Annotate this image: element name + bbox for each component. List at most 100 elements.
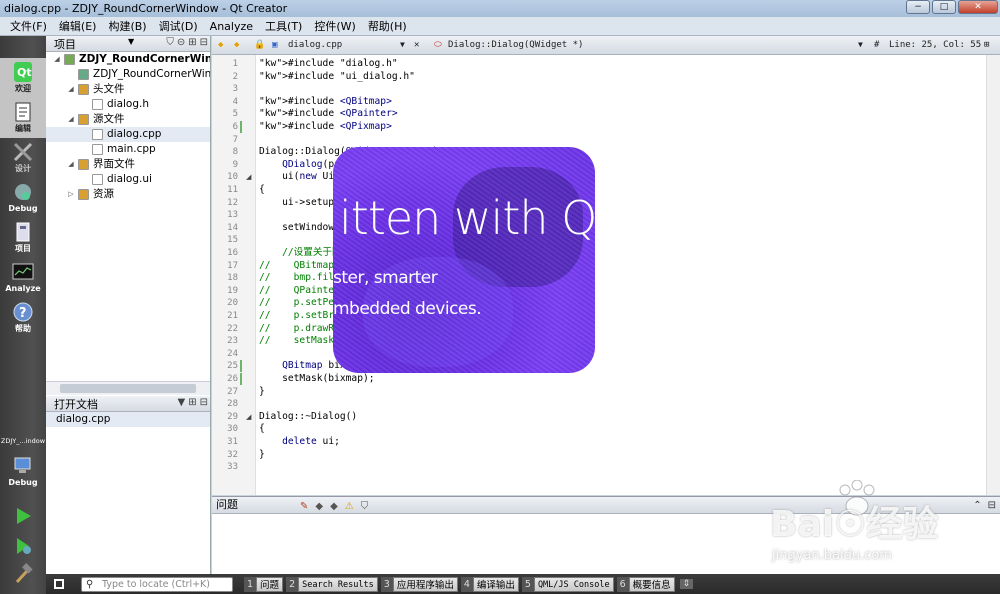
filter-icon[interactable]: ⛉ — [361, 499, 369, 515]
current-file-selector[interactable]: dialog.cpp — [288, 40, 342, 50]
line-number: 9 — [232, 159, 238, 170]
code-editor[interactable]: 1 2 3 4 5 6 7 8 9 10 ◢ 11 12 13 14 15 16 17 18 19 20 21 22 23 24… — [212, 55, 1000, 495]
tree-item[interactable]: ▷ 资源 — [46, 187, 210, 202]
menu-item-2[interactable]: 构建(B) — [102, 18, 152, 34]
clear-icon[interactable]: ✎ — [300, 499, 308, 515]
rounded-corner-dialog[interactable]: itten with Q ster, smarter mbedded devic… — [333, 147, 595, 373]
project-panel-title: 项目 — [54, 37, 76, 51]
line-number-gutter: 1 2 3 4 5 6 7 8 9 10 ◢ 11 12 13 14 15 16 17 18 19 20 21 22 23 24… — [212, 55, 256, 495]
split-editor-icon[interactable]: ⊞ — [984, 40, 989, 50]
minimize-button[interactable]: − — [906, 0, 930, 14]
menu-item-7[interactable]: 帮助(H) — [362, 18, 413, 34]
maximize-button[interactable]: □ — [932, 0, 956, 14]
run-button[interactable] — [0, 502, 46, 526]
tree-item-label: dialog.h — [107, 98, 150, 110]
fold-marker-icon[interactable]: ◢ — [246, 413, 251, 421]
expand-arrow-icon[interactable]: ◢ — [66, 82, 76, 97]
symbol-selector[interactable]: Dialog::Dialog(QWidget *) — [448, 40, 583, 50]
project-tree: ◢ ZDJY_RoundCornerWindo ZDJY_RoundCornerWi… — [46, 52, 210, 202]
output-tab-6[interactable]: 6 概要信息 — [616, 576, 675, 592]
project-view-dropdown-icon[interactable]: ▼ — [128, 37, 134, 46]
close-panel-icon[interactable]: ⊟ — [200, 397, 208, 408]
mode-design[interactable]: 设计 — [0, 138, 46, 178]
folder-icon — [78, 159, 89, 170]
menu-item-6[interactable]: 控件(W) — [308, 18, 361, 34]
split-icon[interactable]: ⊞ — [188, 397, 196, 408]
filter-icon[interactable]: ⛉ — [166, 37, 174, 48]
splash-line2: ster, smarter — [333, 268, 438, 288]
menu-item-0[interactable]: 文件(F) — [4, 18, 53, 34]
file-icon — [92, 144, 103, 155]
expand-arrow-icon[interactable]: ◢ — [66, 157, 76, 172]
fold-marker-icon[interactable]: ◢ — [246, 173, 251, 181]
mode-analyze[interactable]: Analyze — [0, 258, 46, 298]
mode-edit[interactable]: 编辑 — [0, 98, 46, 138]
link-icon[interactable]: ⊝ — [177, 37, 185, 48]
target-selector[interactable]: Debug — [0, 452, 46, 492]
editor-vscrollbar[interactable] — [986, 55, 1000, 495]
close-pane-icon[interactable]: ⊟ — [988, 498, 996, 514]
tree-item-label: main.cpp — [107, 143, 156, 155]
output-tab-5[interactable]: 5 QML/JS Console — [521, 576, 614, 592]
toggle-sidebar-icon[interactable] — [54, 579, 64, 589]
output-tab-2[interactable]: 2 Search Results — [286, 576, 378, 592]
output-tab-3[interactable]: 3 应用程序输出 — [380, 576, 458, 592]
tree-item[interactable]: ◢ 源文件 — [46, 112, 210, 127]
prev-icon[interactable]: ◆ — [315, 499, 323, 515]
tree-item-label: ZDJY_RoundCornerWindo — [79, 53, 210, 65]
menu-item-3[interactable]: 调试(D) — [153, 18, 204, 34]
target-name: ZDJY_...indow — [0, 437, 46, 445]
splash-line3: mbedded devices. — [333, 299, 482, 319]
tree-item[interactable]: ◢ 界面文件 — [46, 157, 210, 172]
expand-arrow-icon[interactable]: ▷ — [66, 187, 76, 202]
tree-item[interactable]: dialog.cpp — [46, 127, 210, 142]
cpp-file-icon: ▣ — [272, 40, 278, 50]
debug-run-button[interactable] — [0, 532, 46, 556]
tree-item[interactable]: ◢ 头文件 — [46, 82, 210, 97]
expand-arrow-icon[interactable]: ◢ — [52, 52, 62, 67]
project-panel-header: 项目 ▼ ⛉ ⊝ ⊞ ⊟ — [46, 36, 210, 52]
issues-header: 问题 ✎ ◆ ◆ ⚠ ⛉ ⌃ ⊟ — [212, 497, 1000, 514]
line-number: 21 — [227, 311, 238, 321]
project-hscrollbar[interactable] — [46, 381, 210, 395]
folder-icon — [78, 114, 89, 125]
symbol-dropdown-icon[interactable]: ▼ — [858, 40, 863, 49]
menu-item-4[interactable]: Analyze — [204, 20, 259, 33]
dropdown-icon[interactable]: ▼ — [178, 397, 186, 408]
tree-item[interactable]: ◢ ZDJY_RoundCornerWindo — [46, 52, 210, 67]
mode-help[interactable]: ? 帮助 — [0, 298, 46, 338]
menu-item-5[interactable]: 工具(T) — [259, 18, 308, 34]
tree-item-label: 头文件 — [93, 83, 125, 95]
code-line: { — [259, 184, 265, 195]
expand-arrow-icon[interactable]: ◢ — [66, 112, 76, 127]
forward-arrow-icon[interactable]: ◆ — [234, 40, 239, 50]
tree-item-label: dialog.cpp — [107, 128, 162, 140]
svg-text:Qt: Qt — [17, 66, 32, 79]
close-file-icon[interactable]: ✕ — [414, 40, 419, 50]
file-dropdown-icon[interactable]: ▼ — [400, 40, 405, 49]
menu-item-1[interactable]: 编辑(E) — [53, 18, 103, 34]
output-tab-4[interactable]: 4 编译输出 — [460, 576, 519, 592]
tree-item[interactable]: dialog.ui — [46, 172, 210, 187]
back-arrow-icon[interactable]: ◆ — [218, 40, 223, 50]
output-tab-1[interactable]: 1 问题 — [244, 576, 284, 592]
menu-bar: 文件(F) 编辑(E) 构建(B) 调试(D) Analyze 工具(T) 控件(W) 帮助(… — [0, 17, 1000, 36]
build-button[interactable] — [0, 560, 46, 584]
close-button[interactable]: ✕ — [958, 0, 998, 14]
split-icon[interactable]: ⊞ — [188, 37, 196, 48]
tab-label: Search Results — [298, 576, 378, 592]
open-document-item[interactable]: dialog.cpp — [46, 412, 210, 427]
maximize-pane-icon[interactable]: ⌃ — [973, 498, 981, 514]
close-panel-icon[interactable]: ⊟ — [200, 37, 208, 48]
tree-item[interactable]: main.cpp — [46, 142, 210, 157]
locator-input[interactable]: ⚲ Type to locate (Ctrl+K) — [81, 576, 233, 592]
debug-bug-icon — [15, 184, 31, 200]
mode-projects[interactable]: 项目 — [0, 218, 46, 258]
next-icon[interactable]: ◆ — [330, 499, 338, 515]
tree-item[interactable]: ZDJY_RoundCornerWind — [46, 67, 210, 82]
mode-debug[interactable]: Debug — [0, 178, 46, 218]
warning-icon[interactable]: ⚠ — [345, 499, 354, 515]
mode-welcome[interactable]: Qt 欢迎 — [0, 58, 46, 98]
more-tabs-icon[interactable]: ⇕ — [679, 579, 694, 589]
tree-item[interactable]: dialog.h — [46, 97, 210, 112]
